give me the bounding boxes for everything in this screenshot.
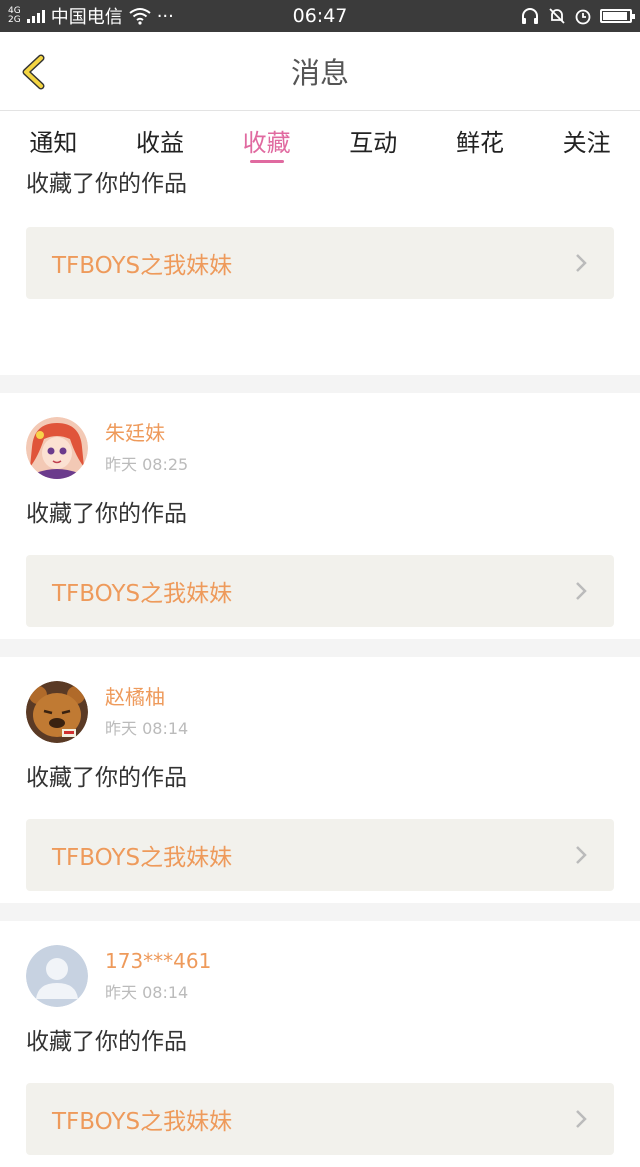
- username[interactable]: 赵橘柚: [105, 685, 188, 709]
- alarm-icon: [575, 9, 591, 25]
- more-dots: ···: [156, 5, 174, 27]
- timestamp: 昨天 08:25: [105, 455, 189, 474]
- user-row: 朱廷妹 昨天 08:25: [26, 417, 614, 479]
- chevron-right-icon: [576, 254, 587, 272]
- tab-bar: 通知 收益 收藏 互动 鲜花 关注: [0, 111, 640, 169]
- work-title: TFBOYS之我妹妹: [52, 1109, 233, 1135]
- work-title: TFBOYS之我妹妹: [52, 845, 233, 871]
- work-link[interactable]: TFBOYS之我妹妹: [26, 819, 614, 891]
- page-title: 消息: [290, 56, 349, 90]
- avatar[interactable]: [26, 417, 88, 479]
- signal-icon: [26, 9, 45, 23]
- user-meta: 赵橘柚 昨天 08:14: [105, 685, 188, 739]
- list-item: 朱廷妹 昨天 08:25 收藏了你的作品 TFBOYS之我妹妹: [0, 393, 640, 639]
- timestamp: 昨天 08:14: [105, 719, 189, 738]
- tab-favorites[interactable]: 收藏: [239, 111, 295, 169]
- user-meta: 朱廷妹 昨天 08:25: [105, 421, 188, 475]
- username[interactable]: 173***461: [105, 949, 211, 973]
- battery-icon: [600, 9, 635, 23]
- list-item: 赵橘柚 昨天 08:14 收藏了你的作品 TFBOYS之我妹妹: [0, 657, 640, 903]
- wifi-icon: [129, 8, 151, 25]
- tab-follows[interactable]: 关注: [559, 111, 615, 169]
- chevron-right-icon: [576, 582, 587, 600]
- action-text: 收藏了你的作品: [26, 501, 187, 527]
- user-meta: 173***461 昨天 08:14: [105, 949, 211, 1003]
- work-title: TFBOYS之我妹妹: [52, 253, 233, 279]
- network-2g-label: 2G: [8, 15, 21, 25]
- work-link[interactable]: TFBOYS之我妹妹: [26, 227, 614, 299]
- username[interactable]: 朱廷妹: [105, 421, 188, 445]
- tab-flowers[interactable]: 鲜花: [452, 111, 508, 169]
- work-link[interactable]: TFBOYS之我妹妹: [26, 1083, 614, 1155]
- user-row: 173***461 昨天 08:14: [26, 945, 614, 1007]
- status-right: [520, 7, 635, 25]
- back-arrow-icon[interactable]: [14, 52, 54, 92]
- action-text: 收藏了你的作品: [26, 171, 187, 197]
- avatar[interactable]: [26, 681, 88, 743]
- headset-icon: [522, 8, 538, 24]
- tab-interactions[interactable]: 互动: [345, 111, 401, 169]
- timestamp: 昨天 08:14: [105, 983, 189, 1002]
- status-bar: 4G 2G 中国电信 ··· 06:47: [0, 0, 640, 32]
- chevron-right-icon: [576, 846, 587, 864]
- nav-bar: 消息: [0, 32, 640, 111]
- network-type: 4G 2G: [8, 7, 21, 25]
- list-item: 173***461 昨天 08:14 收藏了你的作品 TFBOYS之我妹妹: [0, 921, 640, 1167]
- work-link[interactable]: TFBOYS之我妹妹: [26, 555, 614, 627]
- user-row: 赵橘柚 昨天 08:14: [26, 681, 614, 743]
- carrier-name: 中国电信: [50, 7, 123, 28]
- status-left: 4G 2G 中国电信 ···: [8, 3, 174, 29]
- work-title: TFBOYS之我妹妹: [52, 581, 233, 607]
- tab-notifications[interactable]: 通知: [25, 111, 81, 169]
- chevron-right-icon: [576, 1110, 587, 1128]
- action-text: 收藏了你的作品: [26, 1029, 187, 1055]
- action-text: 收藏了你的作品: [26, 765, 187, 791]
- default-avatar-icon[interactable]: [26, 945, 88, 1007]
- bell-mute-icon: [549, 8, 565, 24]
- tab-earnings[interactable]: 收益: [132, 111, 188, 169]
- list-item: 收藏了你的作品 TFBOYS之我妹妹: [0, 169, 640, 375]
